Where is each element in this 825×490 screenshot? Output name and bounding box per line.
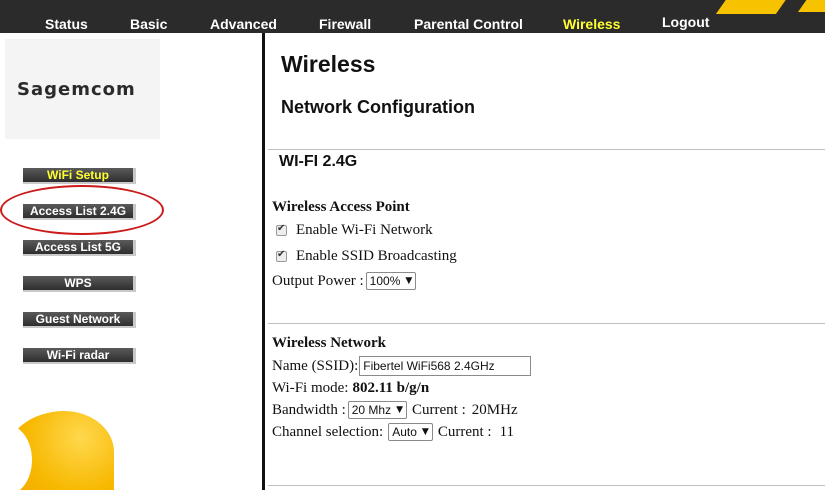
wifi-mode-label: Wi-Fi mode:: [272, 380, 349, 396]
main-content: Wireless Network Configuration WI-FI 2.4…: [265, 33, 825, 490]
bandwidth-current-value: 20MHz: [471, 401, 518, 418]
brand-stripe: [797, 0, 825, 12]
output-power-select[interactable]: 100% ▼: [365, 272, 417, 290]
enable-ssid-checkbox[interactable]: [276, 249, 287, 262]
channel-current-label: Current :: [437, 423, 492, 440]
sidebar-item-wifi-setup[interactable]: WiFi Setup: [23, 168, 136, 184]
wifi-mode-row: Wi-Fi mode: 802.11 b/g/n: [272, 380, 429, 397]
enable-wifi-label: Enable Wi-Fi Network: [296, 222, 433, 238]
ssid-row: Name (SSID): Fibertel WiFi568 2.4GHz: [272, 356, 532, 376]
band-title: WI-FI 2.4G: [279, 153, 358, 170]
sidebar-item-access-list-5g[interactable]: Access List 5G: [23, 240, 136, 256]
ssid-label: Name (SSID):: [272, 357, 359, 374]
enable-ssid-label: Enable SSID Broadcasting: [296, 248, 457, 264]
sidebar-item-guest-network[interactable]: Guest Network: [23, 312, 136, 328]
bandwidth-row: Bandwidth : 20 Mhz ▼ Current : 20MHz: [272, 401, 518, 419]
wireless-network-title: Wireless Network: [272, 335, 387, 351]
output-power-row: Output Power : 100% ▼: [272, 272, 417, 290]
channel-current-value: 11: [499, 423, 515, 440]
wifi-mode-value: 802.11 b/g/n: [352, 380, 430, 396]
brand-stripe: [715, 0, 795, 14]
sidebar-item-access-list-24g[interactable]: Access List 2.4G: [23, 204, 136, 220]
channel-label: Channel selection:: [272, 423, 384, 440]
enable-wifi-checkbox[interactable]: [276, 223, 287, 236]
dropdown-caret-icon: ▼: [421, 427, 429, 437]
channel-row: Channel selection: Auto ▼ Current : 11: [272, 423, 514, 441]
divider: [268, 323, 825, 324]
logo-panel: Sagemcom: [5, 39, 160, 139]
top-nav-bar: Status Basic Advanced Firewall Parental …: [0, 0, 825, 33]
bandwidth-current-label: Current :: [412, 401, 466, 418]
page-title: Wireless: [281, 51, 376, 77]
divider: [268, 149, 825, 150]
sidebar: Sagemcom WiFi Setup Access List 2.4G Acc…: [0, 33, 262, 490]
bandwidth-label: Bandwidth :: [272, 401, 346, 418]
output-power-value: 100%: [369, 274, 401, 288]
sidebar-item-wps[interactable]: WPS: [23, 276, 136, 292]
dropdown-caret-icon: ▼: [405, 276, 413, 286]
channel-select[interactable]: Auto ▼: [388, 423, 433, 441]
divider: [268, 485, 825, 486]
nav-parental-control[interactable]: Parental Control: [414, 16, 523, 32]
enable-wifi-row: Enable Wi-Fi Network: [272, 222, 433, 239]
output-power-label: Output Power :: [272, 272, 364, 289]
bandwidth-select[interactable]: 20 Mhz ▼: [347, 401, 408, 419]
nav-wireless[interactable]: Wireless: [563, 16, 620, 32]
ssid-input[interactable]: Fibertel WiFi568 2.4GHz: [359, 356, 532, 376]
sagemcom-logo: Sagemcom: [17, 79, 136, 100]
access-point-title: Wireless Access Point: [272, 199, 410, 215]
bandwidth-value: 20 Mhz: [351, 403, 392, 417]
dropdown-caret-icon: ▼: [396, 405, 404, 415]
channel-value: Auto: [392, 425, 417, 439]
nav-advanced[interactable]: Advanced: [210, 16, 277, 32]
nav-firewall[interactable]: Firewall: [319, 16, 371, 32]
nav-status[interactable]: Status: [45, 16, 88, 32]
enable-ssid-row: Enable SSID Broadcasting: [272, 248, 457, 265]
nav-basic[interactable]: Basic: [130, 16, 167, 32]
nav-logout[interactable]: Logout: [662, 14, 709, 30]
section-title: Network Configuration: [281, 97, 475, 117]
sidebar-item-wifi-radar[interactable]: Wi-Fi radar: [23, 348, 136, 364]
